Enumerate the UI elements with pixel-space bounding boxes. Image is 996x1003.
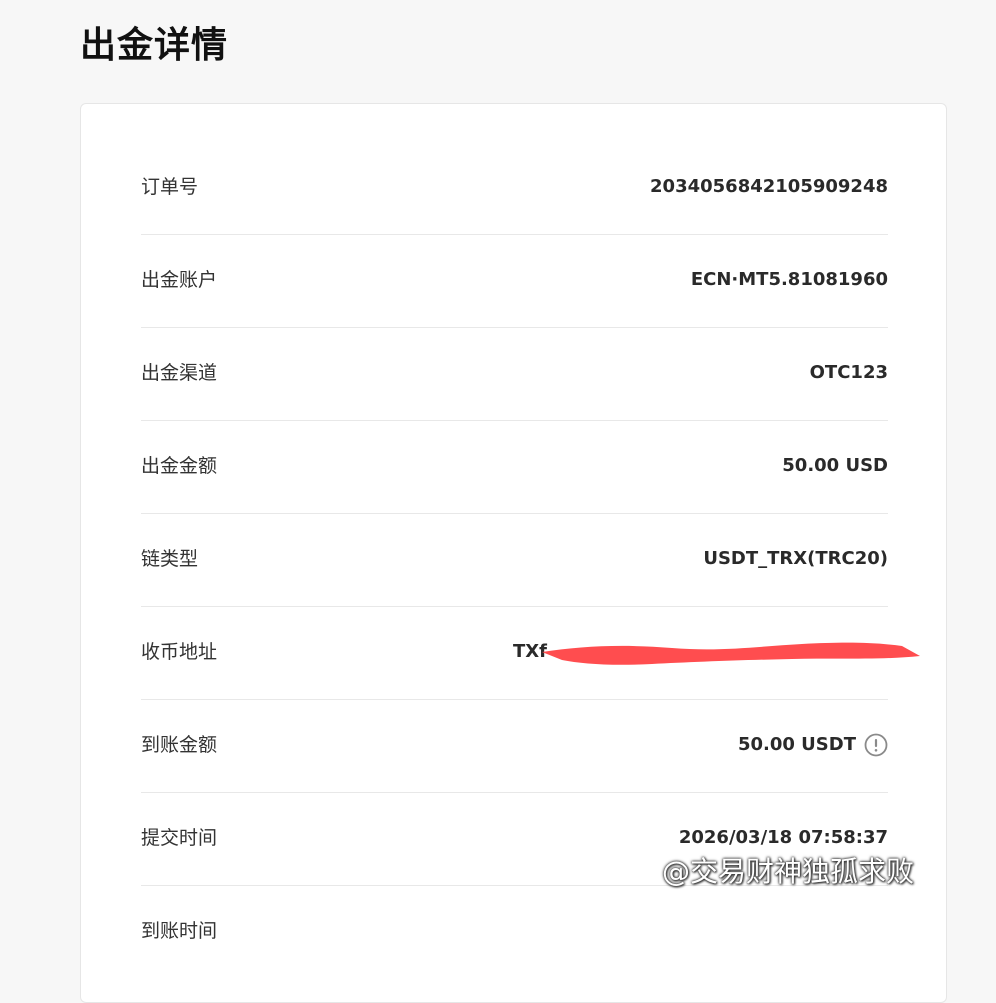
- submitted-label: 提交时间: [141, 827, 218, 849]
- watermark: @交易财神独孤求败: [662, 852, 914, 892]
- chain-value: USDT_TRX(TRC20): [703, 548, 888, 569]
- account-value: ECN·MT5.81081960: [690, 269, 888, 290]
- amount-label: 出金金额: [141, 455, 218, 477]
- received-label: 到账金额: [141, 734, 218, 756]
- detail-row-received: 到账金额 50.00 USDT: [141, 700, 888, 793]
- detail-row-arrival: 到账时间: [141, 886, 888, 979]
- order-no-value: 2034056842105909248: [650, 176, 888, 197]
- arrival-label: 到账时间: [141, 920, 218, 942]
- channel-value: OTC123: [809, 362, 888, 383]
- received-value: 50.00 USDT: [737, 734, 856, 755]
- detail-row-account: 出金账户 ECN·MT5.81081960: [141, 235, 888, 328]
- detail-row-address: 收币地址 TXf: [141, 607, 920, 700]
- channel-label: 出金渠道: [141, 362, 218, 384]
- redaction-stroke: [542, 642, 920, 665]
- account-label: 出金账户: [141, 269, 218, 291]
- detail-row-channel: 出金渠道 OTC123: [141, 328, 888, 421]
- detail-row-order-no: 订单号 2034056842105909248: [141, 142, 888, 235]
- submitted-value: 2026/03/18 07:58:37: [678, 827, 888, 848]
- amount-value: 50.00 USD: [782, 455, 888, 476]
- watermark-text: @交易财神独孤求败: [662, 855, 915, 888]
- address-label: 收币地址: [141, 641, 218, 663]
- address-redaction-scribble: [542, 642, 920, 665]
- page-title: 出金详情: [80, 25, 229, 66]
- order-no-label: 订单号: [141, 176, 199, 198]
- chain-label: 链类型: [141, 548, 199, 570]
- received-value-wrap: 50.00 USDT: [738, 732, 888, 758]
- info-icon[interactable]: [864, 733, 888, 757]
- detail-row-amount: 出金金额 50.00 USD: [141, 421, 888, 514]
- detail-row-chain: 链类型 USDT_TRX(TRC20): [141, 514, 888, 607]
